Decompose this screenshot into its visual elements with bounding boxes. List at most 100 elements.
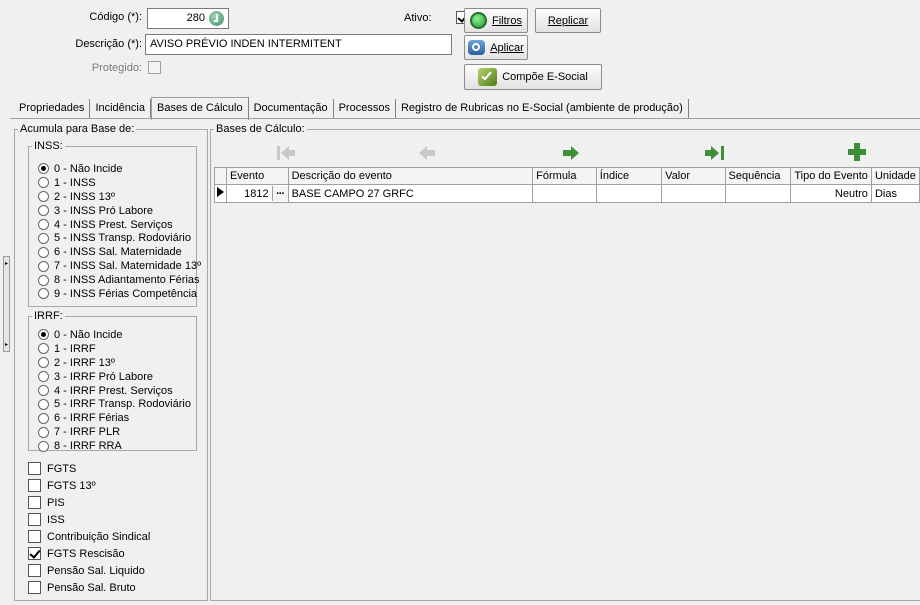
inss-option[interactable]: 0 - Não Incide bbox=[38, 162, 201, 176]
radio-button[interactable] bbox=[38, 205, 49, 217]
inss-option[interactable]: 7 - INSS Sal. Maternidade 13º bbox=[38, 259, 201, 273]
base-checkbox-item[interactable]: Contribuição Sindical bbox=[28, 528, 150, 545]
compoe-esocial-button[interactable]: Compõe E-Social bbox=[464, 64, 602, 90]
col-descricao[interactable]: Descrição do evento bbox=[287, 167, 534, 185]
tab-bases-de-calculo[interactable]: Bases de Cálculo bbox=[150, 97, 249, 120]
radio-button[interactable] bbox=[38, 440, 49, 452]
cell-valor[interactable] bbox=[661, 184, 726, 203]
last-arrow-icon[interactable] bbox=[704, 145, 726, 161]
base-checkbox-item[interactable]: PIS bbox=[28, 494, 150, 511]
irrf-option[interactable]: 1 - IRRF bbox=[38, 342, 191, 356]
tab-incidencia[interactable]: Incidência bbox=[90, 99, 151, 119]
irrf-option[interactable]: 5 - IRRF Transp. Rodoviário bbox=[38, 397, 191, 411]
radio-button[interactable] bbox=[38, 398, 49, 410]
irrf-option[interactable]: 0 - Não Incide bbox=[38, 328, 191, 342]
radio-button[interactable] bbox=[38, 232, 49, 244]
cell-tipo-evento[interactable]: Neutro bbox=[790, 184, 872, 203]
base-checkbox-item[interactable]: FGTS 13º bbox=[28, 477, 150, 494]
base-checkbox-item[interactable]: FGTS bbox=[28, 460, 150, 477]
irrf-option[interactable]: 6 - IRRF Férias bbox=[38, 411, 191, 425]
aplicar-button[interactable]: Aplicar bbox=[464, 35, 528, 60]
radio-button[interactable] bbox=[38, 426, 49, 438]
col-sequencia[interactable]: Sequência bbox=[724, 167, 792, 185]
inss-option[interactable]: 6 - INSS Sal. Maternidade bbox=[38, 245, 201, 259]
protegido-label: Protegido: bbox=[91, 62, 142, 74]
radio-button[interactable] bbox=[38, 191, 49, 203]
col-unidade[interactable]: Unidade bbox=[870, 167, 920, 185]
tab-registro-rubricas[interactable]: Registro de Rubricas no E-Social (ambien… bbox=[396, 99, 689, 119]
ellipsis-icon[interactable]: ··· bbox=[271, 186, 288, 201]
cell-descricao[interactable]: BASE CAMPO 27 GRFC bbox=[287, 184, 534, 203]
inss-option[interactable]: 9 - INSS Férias Competência bbox=[38, 287, 201, 301]
base-checkbox-item[interactable]: FGTS Rescisão bbox=[28, 545, 150, 562]
checkbox[interactable] bbox=[28, 513, 41, 526]
irrf-option[interactable]: 7 - IRRF PLR bbox=[38, 425, 191, 439]
inss-option[interactable]: 3 - INSS Pró Labore bbox=[38, 204, 201, 218]
cell-unidade[interactable]: Dias bbox=[870, 184, 920, 203]
left-arrow-icon[interactable] bbox=[418, 145, 436, 161]
inss-option-label: 3 - INSS Pró Labore bbox=[54, 204, 154, 217]
col-evento[interactable]: Evento bbox=[225, 167, 289, 185]
col-indice[interactable]: Índice bbox=[595, 167, 663, 185]
radio-button[interactable] bbox=[38, 329, 49, 341]
inss-option[interactable]: 4 - INSS Prest. Serviços bbox=[38, 218, 201, 232]
radio-button[interactable] bbox=[38, 260, 49, 272]
cell-sequencia[interactable] bbox=[724, 184, 792, 203]
tab-processos[interactable]: Processos bbox=[334, 99, 396, 119]
aplicar-label: Aplicar bbox=[490, 41, 524, 54]
irrf-option[interactable]: 3 - IRRF Pró Labore bbox=[38, 370, 191, 384]
side-panel-handle[interactable]: ▸ ▸ bbox=[3, 256, 10, 352]
inss-option[interactable]: 5 - INSS Transp. Rodoviário bbox=[38, 231, 201, 245]
col-formula[interactable]: Fórmula bbox=[532, 167, 597, 185]
checkbox[interactable] bbox=[28, 462, 41, 475]
filtros-button[interactable]: Filtros bbox=[464, 8, 528, 33]
radio-button[interactable] bbox=[38, 412, 49, 424]
inss-option[interactable]: 2 - INSS 13º bbox=[38, 190, 201, 204]
codigo-input[interactable]: 280 bbox=[147, 8, 229, 29]
radio-button[interactable] bbox=[38, 163, 49, 175]
inss-title: INSS: bbox=[34, 140, 63, 152]
protegido-checkbox[interactable] bbox=[148, 61, 161, 74]
radio-button[interactable] bbox=[38, 274, 49, 286]
radio-button[interactable] bbox=[38, 288, 49, 300]
checkbox[interactable] bbox=[28, 530, 41, 543]
lookup-icon[interactable] bbox=[209, 11, 224, 26]
radio-button[interactable] bbox=[38, 343, 49, 355]
right-arrow-icon[interactable] bbox=[562, 145, 580, 161]
plus-icon[interactable] bbox=[848, 143, 866, 161]
inss-option[interactable]: 8 - INSS Adiantamento Férias bbox=[38, 273, 201, 287]
cell-indice[interactable] bbox=[595, 184, 663, 203]
tab-propriedades[interactable]: Propriedades bbox=[14, 99, 91, 119]
radio-button[interactable] bbox=[38, 371, 49, 383]
tab-documentacao[interactable]: Documentação bbox=[249, 99, 334, 119]
radio-button[interactable] bbox=[38, 357, 49, 369]
first-arrow-icon[interactable] bbox=[276, 145, 296, 161]
checkbox[interactable] bbox=[28, 581, 41, 594]
checkbox[interactable] bbox=[28, 564, 41, 577]
radio-button[interactable] bbox=[38, 219, 49, 230]
radio-button[interactable] bbox=[38, 385, 49, 396]
inss-option-label: 8 - INSS Adiantamento Férias bbox=[54, 274, 200, 287]
irrf-option[interactable]: 2 - IRRF 13º bbox=[38, 356, 191, 370]
checkbox-label: Contribuição Sindical bbox=[47, 530, 151, 543]
radio-button[interactable] bbox=[38, 246, 49, 258]
cell-formula[interactable] bbox=[532, 184, 597, 203]
checkbox[interactable] bbox=[28, 479, 41, 492]
col-tipo-evento[interactable]: Tipo do Evento bbox=[790, 167, 872, 185]
descricao-label: Descrição (*): bbox=[75, 38, 142, 50]
cell-evento[interactable]: 1812 ··· bbox=[225, 184, 289, 203]
checkbox-label: Pensão Sal. Bruto bbox=[47, 581, 136, 594]
checkbox[interactable] bbox=[28, 496, 41, 509]
col-valor[interactable]: Valor bbox=[661, 167, 726, 185]
table-row[interactable]: 1812 ··· BASE CAMPO 27 GRFC Neutro Dias bbox=[214, 184, 920, 203]
irrf-option[interactable]: 8 - IRRF RRA bbox=[38, 439, 191, 453]
checkbox[interactable] bbox=[28, 547, 41, 560]
radio-button[interactable] bbox=[38, 177, 49, 189]
irrf-option[interactable]: 4 - IRRF Prest. Serviços bbox=[38, 384, 191, 398]
descricao-input[interactable]: AVISO PRÉVIO INDEN INTERMITENT bbox=[145, 34, 452, 55]
base-checkbox-item[interactable]: ISS bbox=[28, 511, 150, 528]
base-checkbox-item[interactable]: Pensão Sal. Liquido bbox=[28, 562, 150, 579]
replicar-button[interactable]: Replicar bbox=[535, 8, 601, 33]
inss-option[interactable]: 1 - INSS bbox=[38, 176, 201, 190]
base-checkbox-item[interactable]: Pensão Sal. Bruto bbox=[28, 579, 150, 596]
